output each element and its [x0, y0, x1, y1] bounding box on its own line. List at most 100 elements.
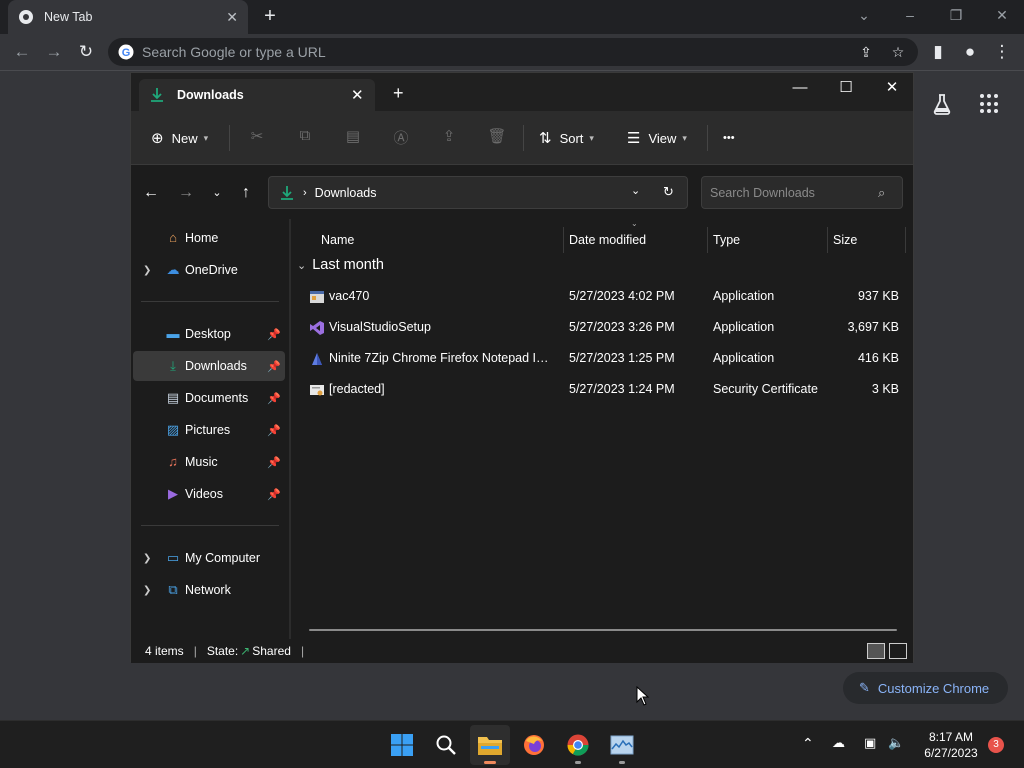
expand-chevron-icon[interactable]: ❯: [143, 265, 153, 276]
explorer-minimize-icon[interactable]: —: [777, 75, 823, 103]
taskbar-clock[interactable]: 8:17 AM 6/27/2023: [916, 729, 986, 761]
taskbar-firefox[interactable]: [514, 725, 554, 765]
onedrive-offline-icon[interactable]: ☁: [832, 735, 845, 751]
new-tab-button[interactable]: +: [258, 4, 282, 28]
command-divider: [707, 125, 708, 151]
bookmark-star-icon[interactable]: ☆: [888, 42, 908, 62]
network-status-icon[interactable]: ▣: [864, 735, 876, 751]
menu-kebab-icon[interactable]: ⋮: [990, 40, 1014, 64]
address-dropdown-icon[interactable]: ⌄: [631, 184, 640, 197]
nav-item-documents[interactable]: ▤ Documents 📌: [133, 383, 285, 413]
cut-icon[interactable]: ✂: [247, 127, 267, 147]
restore-icon[interactable]: ❐: [938, 4, 974, 28]
chrome-tab-new-tab[interactable]: New Tab ✕: [8, 0, 248, 34]
details-view-icon[interactable]: [867, 643, 885, 659]
nav-item-music[interactable]: ♫ Music 📌: [133, 447, 285, 477]
new-button[interactable]: ⊕ New ▾: [151, 125, 208, 151]
nav-item-network[interactable]: ❯ ⧉ Network: [133, 575, 285, 605]
labs-flask-icon[interactable]: [930, 92, 954, 116]
collapse-chevron-icon[interactable]: ⌄: [297, 259, 306, 272]
file-row[interactable]: VisualStudioSetup 5/27/2023 3:26 PM Appl…: [291, 312, 907, 343]
pin-icon: 📌: [267, 392, 281, 405]
file-row[interactable]: vac470 5/27/2023 4:02 PM Application 937…: [291, 281, 907, 312]
command-divider: [523, 125, 524, 151]
column-divider[interactable]: [707, 227, 708, 253]
folder-icon: [478, 737, 502, 755]
more-options-button[interactable]: •••: [723, 125, 735, 151]
reload-icon[interactable]: ↻: [74, 40, 98, 64]
file-row[interactable]: Ninite 7Zip Chrome Firefox Notepad Inst.…: [291, 343, 907, 374]
refresh-icon[interactable]: ↻: [663, 184, 674, 200]
column-header-type[interactable]: Type: [713, 227, 740, 253]
taskbar-file-explorer[interactable]: [470, 725, 510, 765]
tab-search-icon[interactable]: ⌄: [846, 4, 882, 28]
expand-chevron-icon[interactable]: ❯: [143, 553, 153, 564]
close-tab-icon[interactable]: ✕: [351, 86, 375, 104]
rename-icon[interactable]: Ⓐ: [391, 127, 411, 147]
share-file-icon[interactable]: ⇪: [439, 127, 459, 147]
profile-icon[interactable]: ●: [958, 40, 982, 64]
status-separator: |: [193, 644, 197, 658]
nav-item-pictures[interactable]: ▨ Pictures 📌: [133, 415, 285, 445]
start-button[interactable]: [382, 725, 422, 765]
column-divider[interactable]: [905, 227, 906, 253]
share-icon[interactable]: ⇪: [856, 42, 876, 62]
group-label: Last month: [312, 257, 384, 273]
customize-chrome-button[interactable]: ✎ Customize Chrome: [843, 672, 1008, 704]
explorer-new-tab-button[interactable]: +: [393, 83, 404, 104]
back-arrow-icon[interactable]: ←: [141, 183, 161, 203]
sort-button[interactable]: ⇅ Sort ▾: [539, 125, 594, 151]
column-divider[interactable]: [563, 227, 564, 253]
view-button[interactable]: ☰ View ▾: [627, 125, 687, 151]
show-hidden-icons-chevron-icon[interactable]: ⌃: [802, 735, 814, 752]
search-icon[interactable]: ⌕: [878, 185, 902, 201]
view-list-icon: ☰: [627, 130, 641, 147]
nav-item-home[interactable]: ⌂ Home: [133, 223, 285, 253]
tiles-view-icon[interactable]: [889, 643, 907, 659]
minimize-icon[interactable]: –: [892, 4, 928, 28]
horizontal-scrollbar[interactable]: [309, 629, 897, 631]
explorer-close-icon[interactable]: ✕: [869, 75, 915, 103]
column-header-size[interactable]: Size: [833, 227, 857, 253]
forward-icon[interactable]: →: [42, 40, 66, 64]
forward-arrow-icon[interactable]: →: [176, 183, 196, 203]
side-panel-icon[interactable]: ▮: [926, 40, 950, 64]
taskbar-task-manager[interactable]: [602, 725, 642, 765]
nav-item-videos[interactable]: ▶ Videos 📌: [133, 479, 285, 509]
running-app-indicator: [619, 761, 625, 764]
copy-icon[interactable]: ⧉: [295, 127, 315, 147]
column-divider[interactable]: [827, 227, 828, 253]
task-manager-icon: [610, 735, 634, 755]
nav-item-downloads[interactable]: ⤓ Downloads 📌: [133, 351, 285, 381]
address-bar[interactable]: › Downloads ⌄ ↻: [268, 176, 688, 209]
volume-icon[interactable]: 🔈: [888, 735, 904, 751]
recent-locations-icon[interactable]: ⌄: [207, 183, 227, 203]
command-bar: ⊕ New ▾ ✂ ⧉ ▤ Ⓐ ⇪ 🗑 ⇅ Sort ▾ ☰ View ▾ ••…: [131, 111, 913, 165]
expand-chevron-icon[interactable]: ❯: [143, 585, 153, 596]
up-arrow-icon[interactable]: ↑: [236, 183, 256, 203]
column-header-date[interactable]: Date modified: [569, 227, 646, 253]
delete-icon[interactable]: 🗑: [487, 127, 507, 147]
paste-icon[interactable]: ▤: [343, 127, 363, 147]
close-window-icon[interactable]: ✕: [984, 4, 1020, 28]
back-icon[interactable]: ←: [10, 40, 34, 64]
taskbar-chrome[interactable]: [558, 725, 598, 765]
explorer-maximize-icon[interactable]: ☐: [823, 75, 869, 103]
app-icon: [310, 291, 324, 303]
close-icon[interactable]: ✕: [226, 9, 238, 26]
breadcrumb-downloads[interactable]: Downloads: [315, 186, 377, 200]
nav-item-desktop[interactable]: ▬ Desktop 📌: [133, 319, 285, 349]
file-row[interactable]: [redacted] 5/27/2023 1:24 PM Security Ce…: [291, 374, 907, 405]
search-box[interactable]: Search Downloads ⌕: [701, 176, 903, 209]
nav-item-my-computer[interactable]: ❯ ▭ My Computer: [133, 543, 285, 573]
taskbar-search-button[interactable]: [426, 725, 466, 765]
pin-icon: 📌: [267, 328, 281, 341]
group-header[interactable]: ⌄ Last month: [297, 257, 384, 273]
omnibox[interactable]: G Search Google or type a URL ⇪ ☆: [108, 38, 918, 66]
download-arrow-icon: [151, 88, 163, 102]
explorer-tab-downloads[interactable]: Downloads ✕: [139, 79, 375, 111]
notification-count-badge[interactable]: 3: [988, 737, 1004, 753]
google-apps-icon[interactable]: [980, 94, 1000, 114]
nav-item-onedrive[interactable]: ❯ ☁ OneDrive: [133, 255, 285, 285]
column-header-name[interactable]: Name: [321, 227, 354, 253]
